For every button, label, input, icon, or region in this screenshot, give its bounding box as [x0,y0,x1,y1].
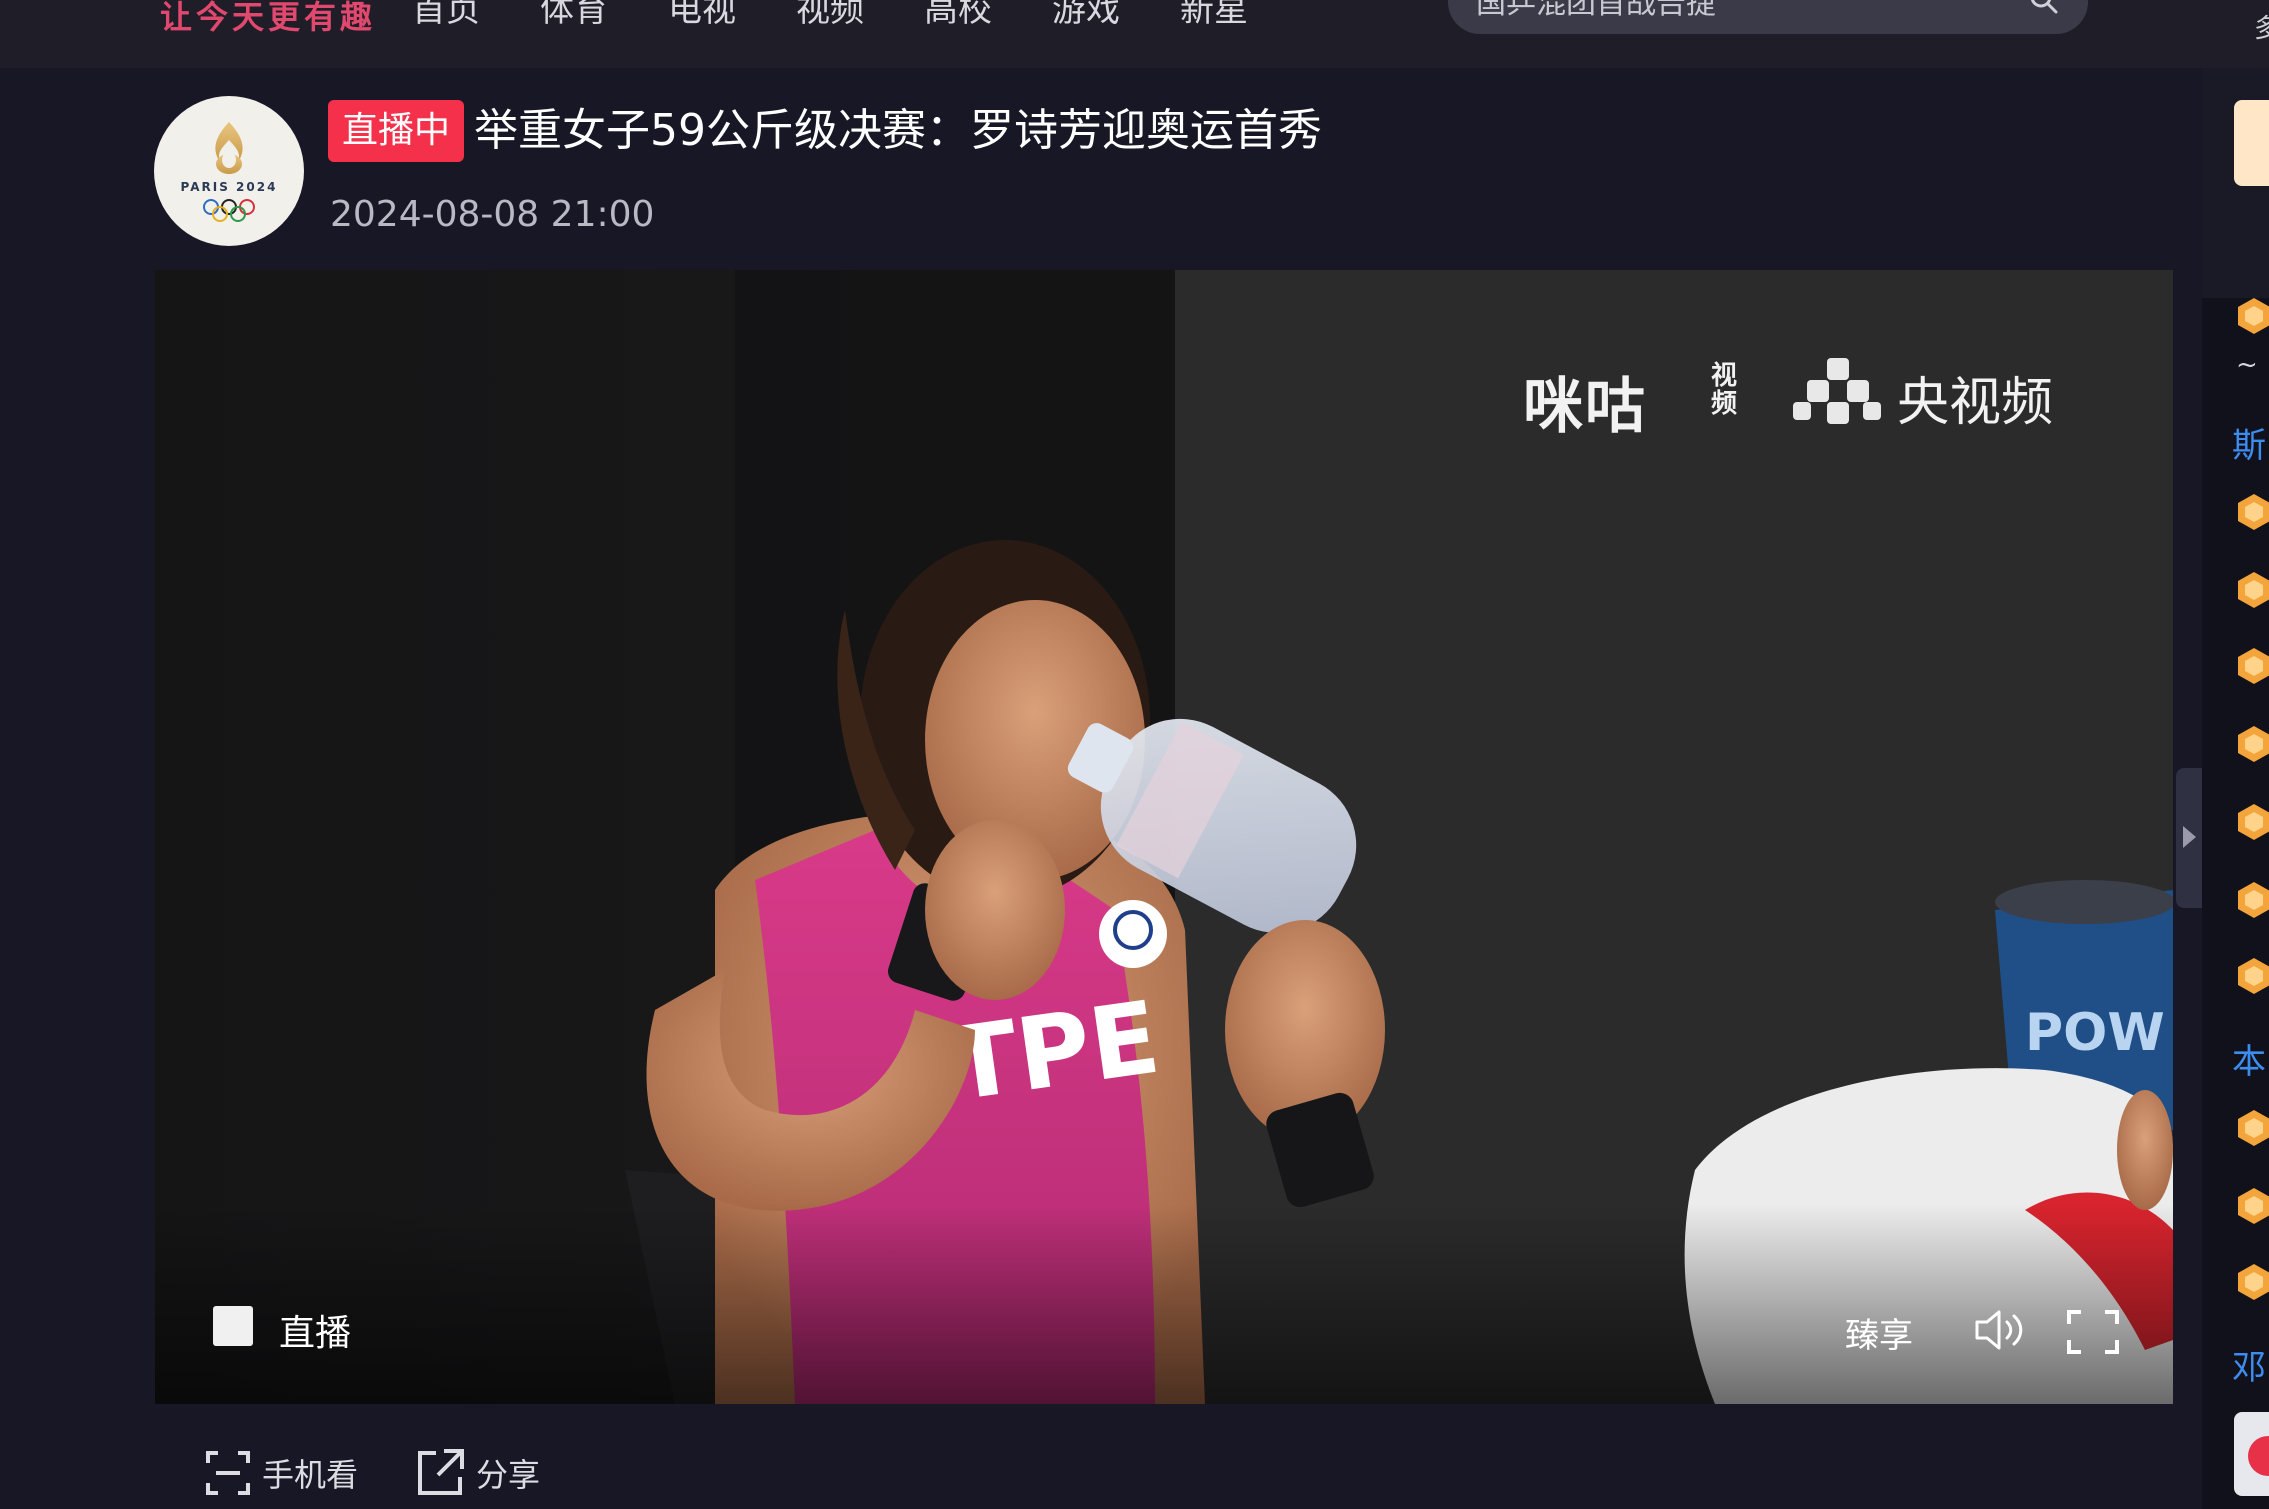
medal-icon [2238,1264,2269,1300]
migu-watermark-sub: 视频 [1711,361,1738,419]
live-indicator: 直播 [279,1313,352,1354]
chat-badge-icon [2248,1436,2269,1476]
controls-gradient [155,1204,2173,1404]
nav-item-newstar[interactable]: 新星 [1180,0,1248,31]
search-icon[interactable] [2028,0,2058,14]
nav-item-sports[interactable]: 体育 [540,0,608,31]
cctv-watermark: 央视频 [1897,373,2054,433]
sidebar-collapse-handle[interactable] [2176,768,2202,908]
channel-avatar[interactable]: PARIS 2024 [154,96,304,246]
medal-icon [2238,958,2269,994]
medal-icon [2238,1188,2269,1224]
phone-watch-button[interactable]: 手机看 [204,1448,358,1498]
quality-button[interactable]: 臻享 [1845,1308,1913,1357]
bucket-text: POW [2025,1003,2165,1063]
chevron-right-icon [2183,826,2196,848]
phone-watch-label: 手机看 [262,1456,359,1494]
live-badge: 直播中 [328,100,465,162]
medal-icon [2238,1110,2269,1146]
nav-item-college[interactable]: 高校 [924,0,992,31]
top-navigation-bar: 让今天更有趣 首页 体育 电视 视频 高校 游戏 新星 多 [0,0,2269,68]
nav-item-tv[interactable]: 电视 [668,0,736,31]
cctv-logo-icon [1793,358,1881,424]
medal-icon [2238,494,2269,530]
share-label: 分享 [476,1456,541,1494]
medal-icon [2238,298,2269,334]
medal-icon [2238,882,2269,918]
sidebar-link-1[interactable]: 斯 [2232,418,2266,467]
sidebar-tilde: ~ [2236,350,2258,380]
volume-icon[interactable] [1973,1306,2029,1354]
olympic-flame-icon [215,122,243,174]
medal-icon [2238,726,2269,762]
olympic-rings-icon [203,199,255,222]
nav-item-home[interactable]: 首页 [412,0,480,31]
migu-watermark: 咪咕 [1523,372,1647,442]
medal-icon [2238,804,2269,840]
avatar-label: PARIS 2024 [180,180,278,194]
nav-item-games[interactable]: 游戏 [1052,0,1120,31]
share-icon [418,1449,464,1495]
brand-slogan[interactable]: 让今天更有趣 [160,0,376,38]
medal-icon [2238,648,2269,684]
video-player[interactable]: TPE POW 咪咕 视频 央视频 直播 臻享 [155,270,2173,1404]
stop-button[interactable] [213,1306,253,1346]
nav-item-video[interactable]: 视频 [796,0,864,31]
search-input[interactable] [1474,0,2018,24]
sidebar-promo-card[interactable] [2234,100,2269,186]
share-button[interactable]: 分享 [414,1448,540,1498]
sidebar-link-3[interactable]: 邓 [2232,1340,2266,1389]
search-box[interactable] [1448,0,2088,34]
broadcast-time: 2024-08-08 21:00 [330,194,655,235]
sidebar-chat-button[interactable] [2234,1412,2269,1496]
medal-icon [2238,572,2269,608]
sidebar-link-2[interactable]: 本 [2232,1034,2266,1083]
scan-icon [206,1451,250,1495]
fullscreen-icon[interactable] [2065,1308,2121,1356]
top-right-menu[interactable]: 多 [2254,8,2269,45]
page-title: 举重女子59公斤级决赛：罗诗芳迎奥运首秀 [474,105,1322,156]
